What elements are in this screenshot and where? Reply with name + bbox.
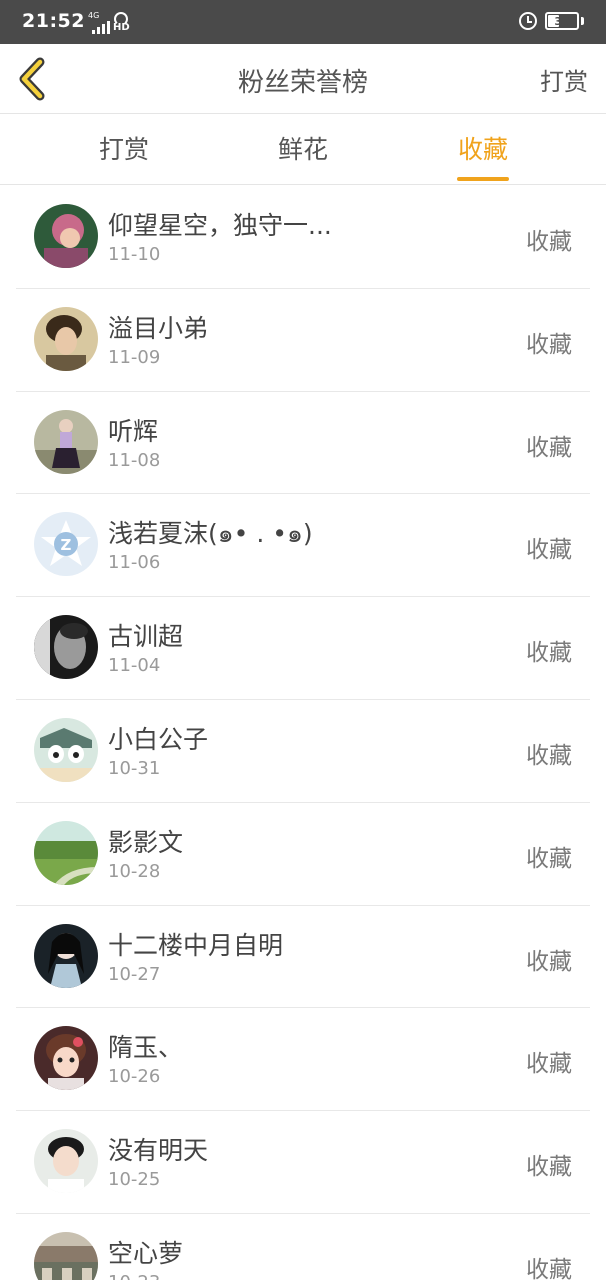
action-label: 收藏 <box>526 845 572 872</box>
date: 10-23 <box>108 1272 160 1280</box>
avatar <box>34 717 98 782</box>
avatar <box>34 820 98 885</box>
list-item[interactable]: 听辉 11-08 收藏 <box>16 392 590 495</box>
title-bar: 粉丝荣誉榜 打赏 <box>0 44 606 114</box>
avatar <box>34 615 98 680</box>
tip-button[interactable]: 打赏 <box>540 62 588 97</box>
user-name: 仰望星空，独守一... <box>108 211 332 240</box>
user-name: 没有明天 <box>108 1136 209 1166</box>
status-bar: 21:52 4G HD 36 <box>0 0 606 44</box>
svg-text:Z: Z <box>61 536 72 554</box>
date: 10-26 <box>108 1066 161 1088</box>
fan-list: 仰望星空，独守一... 11-10 收藏 溢目小弟 11-09 收藏 听辉 11… <box>16 186 590 1280</box>
battery-icon: 36 <box>545 12 579 30</box>
user-name: 十二楼中月自明 <box>108 930 284 960</box>
hd-call-icon: HD <box>112 12 132 34</box>
action-label: 收藏 <box>526 1154 572 1181</box>
user-name: 空心萝 <box>108 1238 184 1268</box>
avatar <box>34 409 98 474</box>
user-name: 影影文 <box>108 827 184 857</box>
alarm-icon <box>519 12 537 30</box>
tab-flowers[interactable]: 鲜花 <box>233 115 373 185</box>
avatar <box>34 1231 98 1280</box>
hd-label: HD <box>113 22 130 33</box>
user-name: 小白公子 <box>108 724 209 754</box>
network-type: 4G <box>88 11 100 20</box>
avatar <box>34 1129 98 1194</box>
tab-bar: 打赏 鲜花 收藏 <box>0 115 606 185</box>
date: 11-08 <box>108 449 161 471</box>
action-label: 收藏 <box>526 640 572 667</box>
tab-favorites[interactable]: 收藏 <box>413 115 553 185</box>
list-item[interactable]: 溢目小弟 11-09 收藏 <box>16 289 590 392</box>
user-name: 听辉 <box>108 416 159 446</box>
list-item[interactable]: 仰望星空，独守一... 11-10 收藏 <box>16 186 590 289</box>
list-item[interactable]: 小白公子 10-31 收藏 <box>16 700 590 803</box>
signal-icon: 4G HD <box>88 11 130 34</box>
battery-tip <box>581 17 584 25</box>
date: 10-28 <box>108 860 161 882</box>
date: 11-10 <box>108 244 161 265</box>
tab-tip[interactable]: 打赏 <box>54 115 194 185</box>
date: 10-25 <box>108 1169 161 1191</box>
list-item[interactable]: 影影文 10-28 收藏 <box>16 803 590 906</box>
avatar <box>34 204 98 268</box>
date: 10-27 <box>108 963 161 985</box>
tab-label: 鲜花 <box>277 135 328 164</box>
action-label: 收藏 <box>526 331 572 358</box>
list-item[interactable]: 空心萝 10-23 收藏 <box>16 1214 590 1280</box>
list-item[interactable]: 古训超 11-04 收藏 <box>16 597 590 700</box>
action-label: 收藏 <box>526 537 572 564</box>
list-item[interactable]: 没有明天 10-25 收藏 <box>16 1111 590 1214</box>
date: 11-04 <box>108 655 161 677</box>
tab-label: 收藏 <box>457 135 508 164</box>
action-label: 收藏 <box>526 1051 572 1078</box>
list-item[interactable]: 隋玉、 10-26 收藏 <box>16 1008 590 1112</box>
page-title: 粉丝荣誉榜 <box>237 68 368 98</box>
avatar <box>34 306 98 371</box>
list-item[interactable]: 十二楼中月自明 10-27 收藏 <box>16 906 590 1009</box>
date: 11-06 <box>108 552 161 574</box>
avatar <box>34 923 98 988</box>
user-name: 古训超 <box>108 622 184 652</box>
date: 11-09 <box>108 346 161 368</box>
battery-level: 36 <box>554 14 570 28</box>
avatar: Z <box>34 512 98 577</box>
action-label: 收藏 <box>526 434 572 461</box>
action-label: 收藏 <box>526 948 572 975</box>
user-name: 溢目小弟 <box>108 313 209 343</box>
action-label: 收藏 <box>526 229 572 255</box>
list-item[interactable]: Z 浅若夏沫(๑• . •๑) 11-06 收藏 <box>16 494 590 598</box>
status-time: 21:52 <box>22 10 85 32</box>
user-name: 浅若夏沫(๑• . •๑) <box>108 519 313 549</box>
date: 10-31 <box>108 757 161 779</box>
action-label: 收藏 <box>526 742 572 769</box>
active-tab-indicator <box>457 177 509 181</box>
user-name: 隋玉、 <box>108 1033 184 1063</box>
tab-label: 打赏 <box>98 135 149 164</box>
avatar <box>34 1026 98 1091</box>
action-label: 收藏 <box>526 1256 572 1280</box>
